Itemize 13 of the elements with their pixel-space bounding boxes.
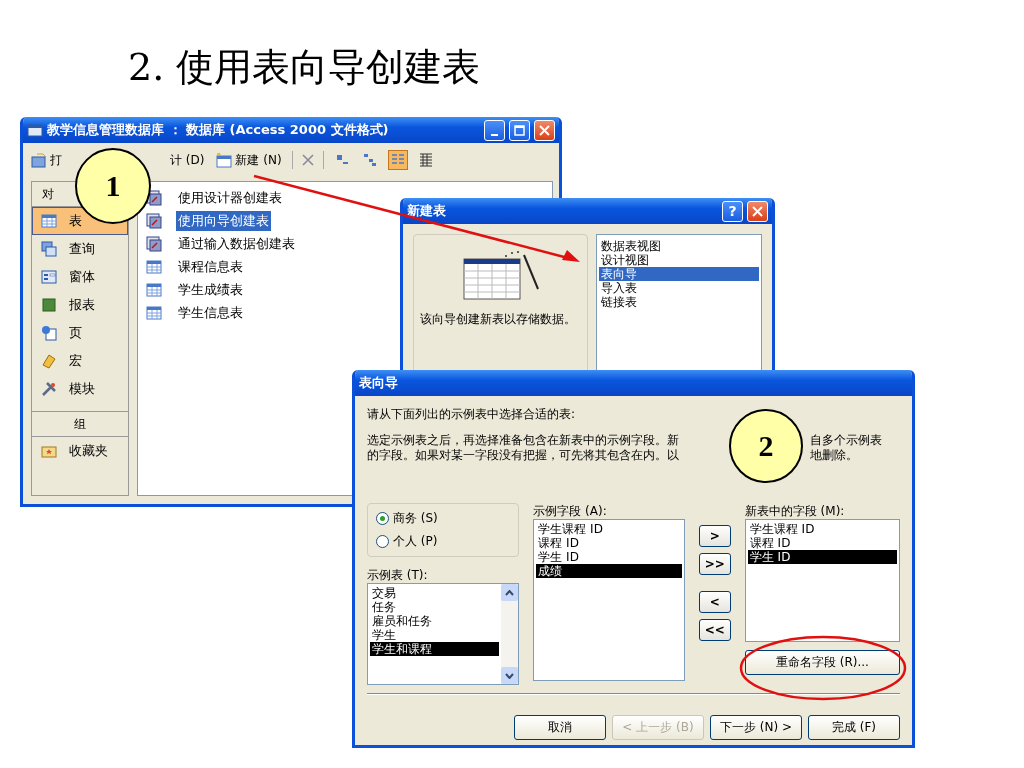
instruction-text: 请从下面列出的示例表中选择合适的表: xyxy=(367,406,577,423)
window-title: 教学信息管理数据库 ： 数据库 (Access 2000 文件格式) xyxy=(47,121,390,139)
description-text: 自多个示例表 xyxy=(810,433,883,448)
dialog-title: 新建表 xyxy=(407,202,447,220)
dialog-title: 表向导 xyxy=(359,374,399,392)
wizard-description: 该向导创建新表以存储数据。 xyxy=(420,313,577,326)
sample-fields-label: 示例字段 (A): xyxy=(533,503,608,519)
slide-title: 2. 使用表向导创建表 xyxy=(128,44,481,91)
description-text: 选定示例表之后，再选择准备包含在新表中的示例字段。新 xyxy=(367,433,679,448)
description-text: 地删除。 xyxy=(810,448,859,463)
new-fields-label: 新表中的字段 (M): xyxy=(744,503,846,519)
description-text: 的字段。如果对某一字段没有把握，可先将其包含在内。以 xyxy=(367,448,679,463)
sample-tables-label: 示例表 (T): xyxy=(367,567,429,583)
